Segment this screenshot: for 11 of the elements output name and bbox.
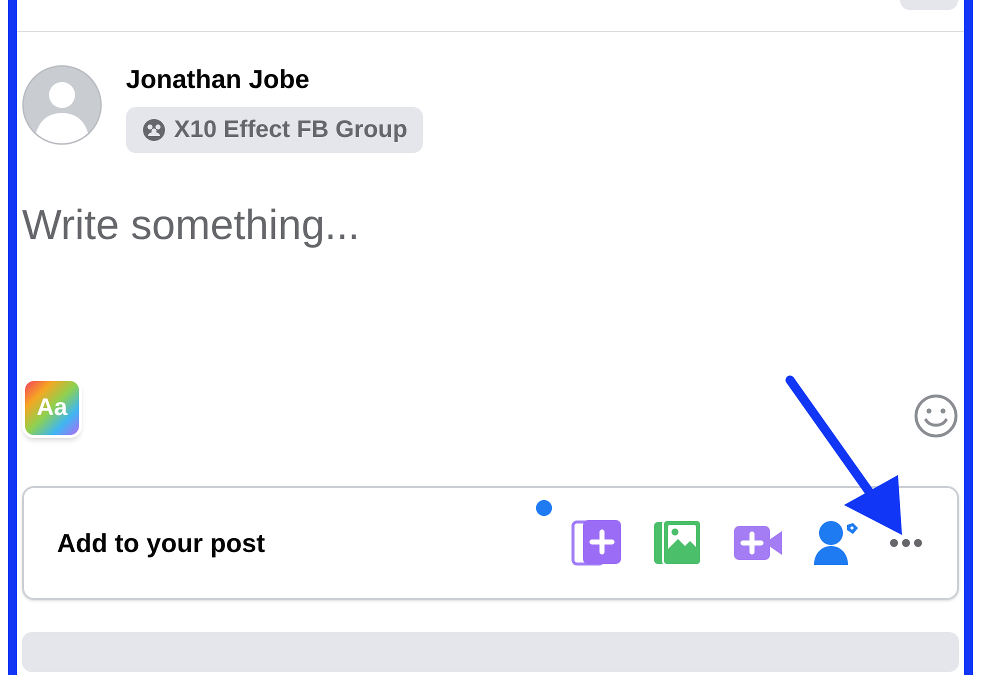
video-camera-icon[interactable] [733,524,783,562]
more-icon[interactable] [889,538,923,548]
photo-add-icon[interactable] [571,518,623,568]
photo-icon[interactable] [653,519,703,567]
emoji-icon[interactable] [914,394,958,438]
person-tag-icon[interactable] [813,519,859,567]
group-icon [142,118,166,142]
avatar-icon [22,65,102,145]
author-name: Jonathan Jobe [126,63,310,96]
add-to-post-label: Add to your post [57,526,265,560]
audience-selector[interactable]: X10 Effect FB Group [126,107,424,153]
